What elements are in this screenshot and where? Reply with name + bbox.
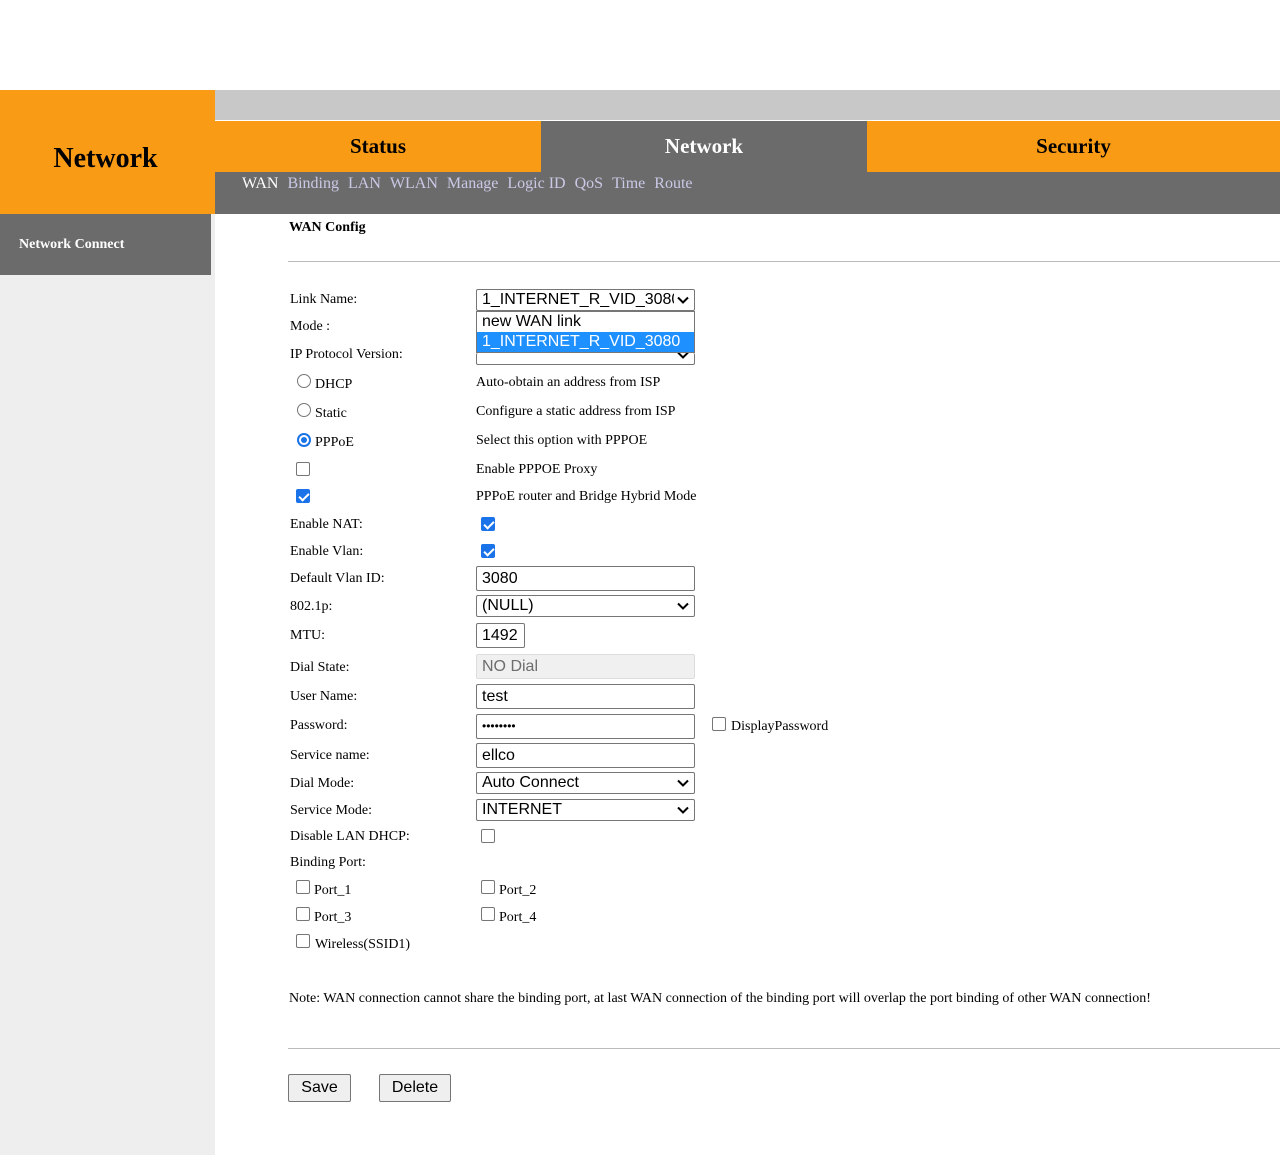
chevron-down-icon — [677, 353, 689, 359]
vlan-id-label: Default Vlan ID: — [290, 571, 385, 586]
static-radio[interactable] — [297, 403, 311, 417]
binding-port-label: Binding Port: — [290, 855, 366, 870]
ip-version-select[interactable] — [476, 353, 695, 365]
static-desc: Configure a static address from ISP — [476, 404, 676, 419]
service-name-input[interactable]: ellco — [476, 743, 695, 768]
subnav-logic-id[interactable]: Logic ID — [507, 175, 565, 193]
port-4-checkbox[interactable] — [481, 907, 495, 921]
dot1p-label: 802.1p: — [290, 599, 333, 614]
display-password-label: DisplayPassword — [731, 719, 829, 734]
service-name-label: Service name: — [290, 748, 370, 763]
subnav: WAN Binding LAN WLAN Manage Logic ID QoS… — [242, 175, 701, 193]
pppoe-radio[interactable] — [297, 433, 311, 447]
header-bar — [215, 90, 1280, 120]
port-3-checkbox[interactable] — [296, 907, 310, 921]
wireless-ssid1-checkbox[interactable] — [296, 934, 310, 948]
chevron-down-icon — [677, 296, 689, 304]
user-name-label: User Name: — [290, 689, 358, 704]
subnav-qos[interactable]: QoS — [575, 175, 603, 193]
pppoe-label: PPPoE — [315, 435, 354, 450]
port-2-checkbox[interactable] — [481, 880, 495, 894]
dial-mode-select[interactable]: Auto Connect — [476, 772, 695, 794]
dial-mode-value: Auto Connect — [482, 774, 579, 791]
dhcp-label: DHCP — [315, 377, 353, 392]
subnav-manage[interactable]: Manage — [447, 175, 499, 193]
port-3-label: Port_3 — [314, 910, 352, 925]
tab-security[interactable]: Security — [867, 121, 1280, 172]
sidebar — [0, 214, 215, 1155]
enable-vlan-checkbox[interactable] — [481, 544, 495, 558]
display-password-checkbox[interactable] — [712, 717, 726, 731]
chevron-down-icon — [677, 779, 689, 787]
save-button[interactable]: Save — [288, 1074, 351, 1102]
mtu-label: MTU: — [290, 628, 325, 643]
service-mode-label: Service Mode: — [290, 803, 373, 818]
sidebar-item-network-connect[interactable]: Network Connect — [0, 214, 211, 275]
dial-mode-label: Dial Mode: — [290, 776, 355, 791]
divider-top — [288, 261, 1280, 262]
link-name-label: Link Name: — [290, 292, 358, 307]
pppoe-proxy-desc: Enable PPPOE Proxy — [476, 462, 598, 477]
dropdown-option-new-wan-link[interactable]: new WAN link — [477, 312, 694, 332]
enable-vlan-label: Enable Vlan: — [290, 544, 364, 559]
dhcp-desc: Auto-obtain an address from ISP — [476, 375, 661, 390]
dropdown-option-selected[interactable]: 1_INTERNET_R_VID_3080 — [477, 332, 694, 352]
pppoe-desc: Select this option with PPPOE — [476, 433, 648, 448]
dot1p-select[interactable]: (NULL) — [476, 595, 695, 617]
tab-network[interactable]: Network — [541, 121, 867, 172]
port-1-label: Port_1 — [314, 883, 352, 898]
port-2-label: Port_2 — [499, 883, 537, 898]
delete-button[interactable]: Delete — [379, 1074, 451, 1102]
dial-state-input: NO Dial — [476, 654, 695, 679]
pppoe-proxy-checkbox[interactable] — [296, 462, 310, 476]
dot1p-value: (NULL) — [482, 597, 534, 614]
disable-lan-dhcp-checkbox[interactable] — [481, 829, 495, 843]
chevron-down-icon — [677, 806, 689, 814]
divider-bottom — [288, 1048, 1280, 1049]
subnav-binding[interactable]: Binding — [287, 175, 339, 193]
subnav-time[interactable]: Time — [612, 175, 645, 193]
subnav-lan[interactable]: LAN — [348, 175, 381, 193]
hybrid-mode-desc: PPPoE router and Bridge Hybrid Mode — [476, 489, 697, 504]
hybrid-mode-checkbox[interactable] — [296, 489, 310, 503]
enable-nat-checkbox[interactable] — [481, 517, 495, 531]
password-input[interactable]: •••••••• — [476, 714, 695, 739]
chevron-down-icon — [677, 602, 689, 610]
vlan-id-input[interactable]: 3080 — [476, 566, 695, 591]
password-label: Password: — [290, 718, 348, 733]
port-1-checkbox[interactable] — [296, 880, 310, 894]
link-name-value: 1_INTERNET_R_VID_3080 — [482, 291, 674, 308]
mtu-input[interactable]: 1492 — [476, 623, 525, 648]
enable-nat-label: Enable NAT: — [290, 517, 363, 532]
link-name-dropdown: new WAN link 1_INTERNET_R_VID_3080 — [476, 311, 695, 353]
mode-label: Mode : — [290, 319, 331, 334]
section-title: WAN Config — [289, 220, 366, 235]
subnav-route[interactable]: Route — [654, 175, 692, 193]
subnav-wan[interactable]: WAN — [242, 175, 278, 193]
disable-lan-dhcp-label: Disable LAN DHCP: — [290, 829, 410, 844]
brand-title: Network — [53, 143, 158, 174]
static-label: Static — [315, 406, 347, 421]
binding-note: Note: WAN connection cannot share the bi… — [289, 991, 1151, 1006]
dhcp-radio[interactable] — [297, 374, 311, 388]
port-4-label: Port_4 — [499, 910, 537, 925]
dial-state-label: Dial State: — [290, 660, 350, 675]
service-mode-value: INTERNET — [482, 801, 562, 818]
user-name-input[interactable]: test — [476, 684, 695, 709]
link-name-select[interactable]: 1_INTERNET_R_VID_3080 — [476, 289, 695, 311]
ip-version-label: IP Protocol Version: — [290, 347, 403, 362]
wireless-ssid1-label: Wireless(SSID1) — [315, 937, 411, 952]
tab-status[interactable]: Status — [215, 121, 541, 172]
service-mode-select[interactable]: INTERNET — [476, 799, 695, 821]
subnav-wlan[interactable]: WLAN — [390, 175, 438, 193]
